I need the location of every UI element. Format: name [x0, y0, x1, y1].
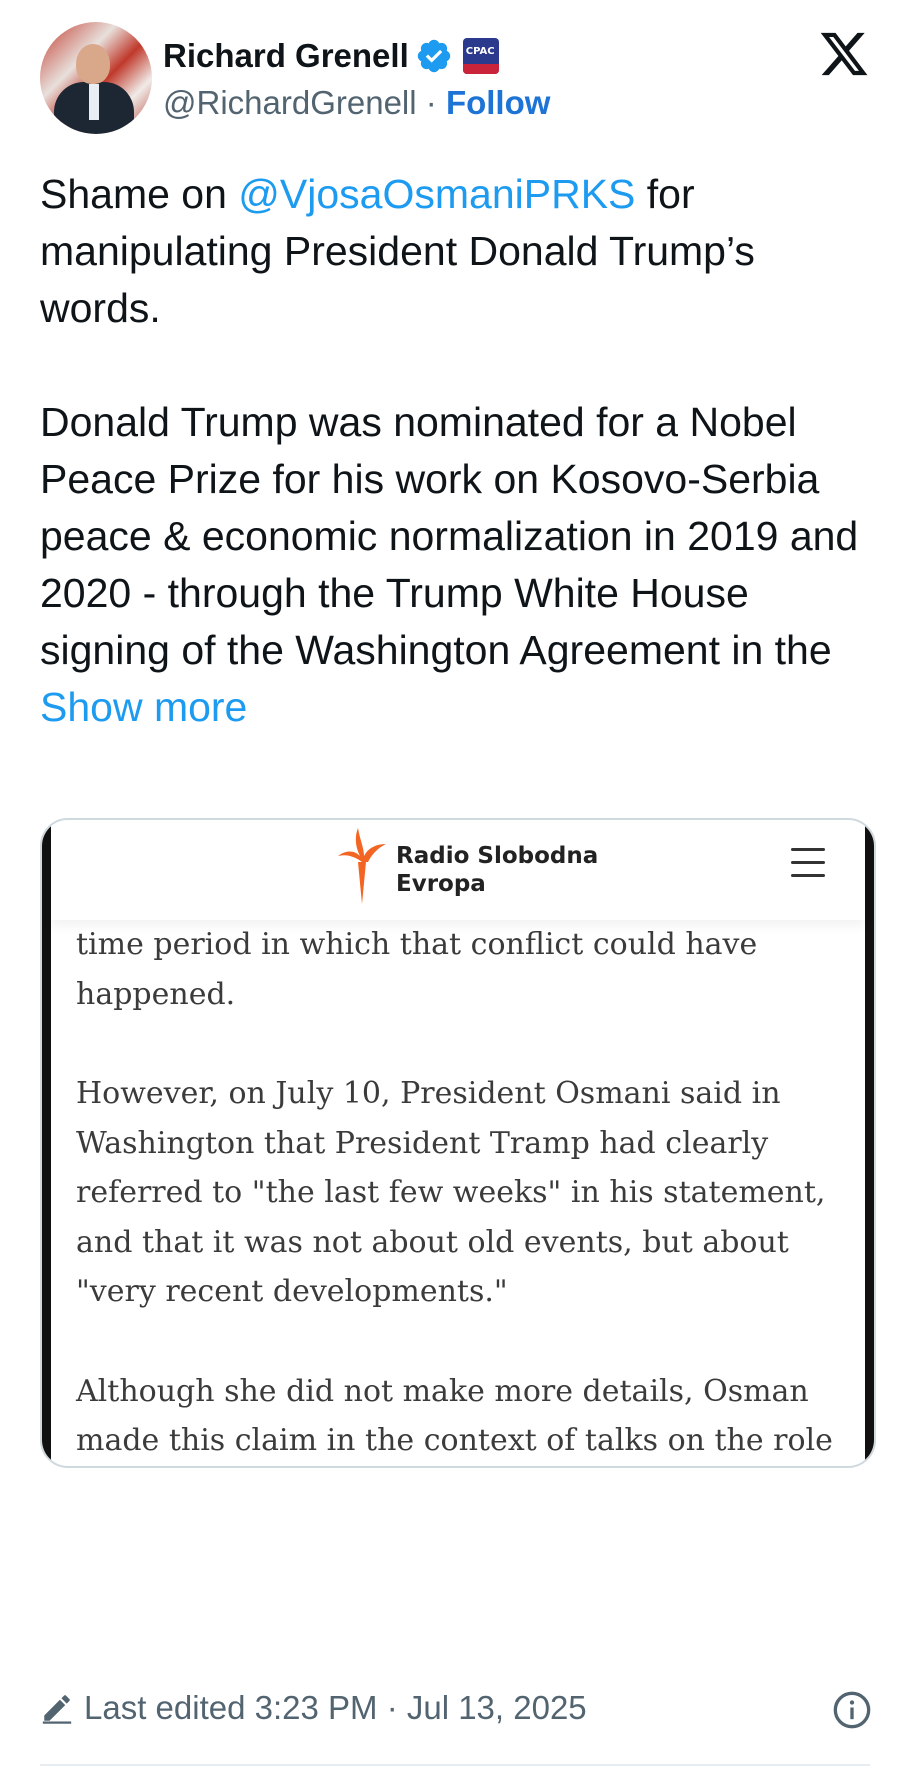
- hamburger-menu-icon: [791, 848, 825, 878]
- tweet-text-segment: Shame on: [40, 171, 239, 217]
- tweet: Richard Grenell CPAC @RichardGrenell · F…: [0, 0, 900, 1777]
- handle-separator: ·: [425, 84, 437, 121]
- article-text: time period in which that conflict could…: [76, 920, 856, 1466]
- affiliation-badge-icon[interactable]: CPAC: [462, 38, 499, 74]
- tweet-paragraph-2: Donald Trump was nominated for a Nobel P…: [40, 394, 870, 736]
- article-paragraph: However, on July 10, President Osmani sa…: [76, 1076, 826, 1309]
- edited-row[interactable]: Last edited 3:23 PM · Jul 13, 2025: [40, 1686, 587, 1730]
- tweet-paragraph-1: Shame on @VjosaOsmaniPRKS for manipulati…: [40, 166, 870, 337]
- info-icon[interactable]: [832, 1690, 872, 1730]
- tweet-text-segment: Donald Trump was nominated for a Nobel P…: [40, 399, 859, 673]
- rse-header: Radio Slobodna Evropa: [51, 820, 865, 920]
- media-image[interactable]: time period in which that conflict could…: [40, 818, 876, 1468]
- torch-logo-icon: [338, 828, 386, 904]
- author-name[interactable]: Richard Grenell: [163, 37, 409, 75]
- show-more-link[interactable]: Show more: [40, 684, 247, 730]
- handle-row: @RichardGrenell · Follow: [163, 84, 550, 122]
- article-paragraph: time period in which that conflict could…: [76, 927, 758, 1012]
- x-logo-icon[interactable]: [818, 28, 870, 80]
- divider: [40, 1764, 870, 1766]
- mention-link[interactable]: @VjosaOsmaniPRKS: [238, 171, 635, 217]
- site-name-line2: Evropa: [396, 871, 486, 897]
- author-name-row: Richard Grenell CPAC: [163, 34, 499, 78]
- avatar[interactable]: [40, 22, 152, 134]
- tweet-text: Shame on @VjosaOsmaniPRKS for manipulati…: [40, 166, 870, 736]
- article-paragraph: Although she did not make more details, …: [76, 1373, 833, 1459]
- edited-timestamp[interactable]: Last edited 3:23 PM · Jul 13, 2025: [84, 1689, 587, 1727]
- author-handle[interactable]: @RichardGrenell: [163, 84, 417, 121]
- site-name: Radio Slobodna Evropa: [396, 842, 598, 898]
- site-name-line1: Radio Slobodna: [396, 843, 599, 869]
- follow-button[interactable]: Follow: [446, 84, 550, 121]
- pencil-icon: [42, 1695, 72, 1724]
- verified-badge-icon: [417, 39, 450, 73]
